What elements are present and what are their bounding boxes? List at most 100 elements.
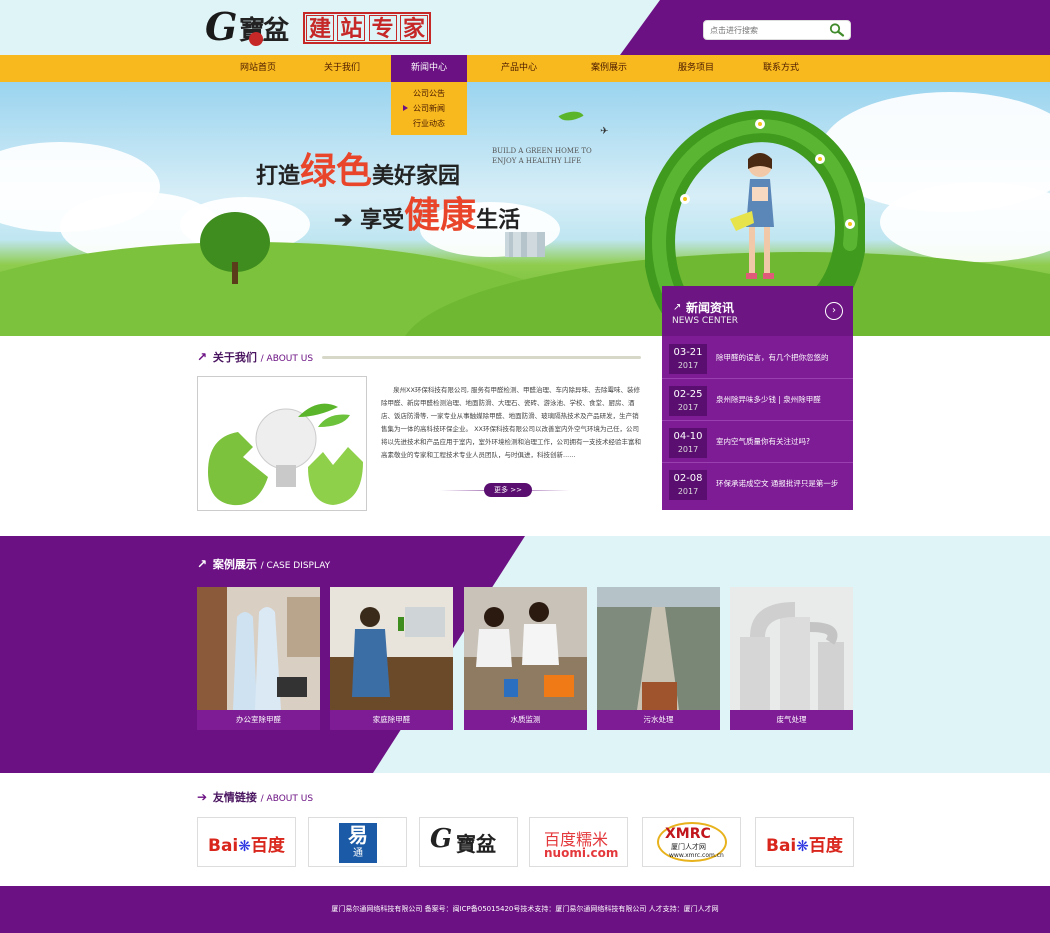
links-title-en: / ABOUT US [260,794,314,804]
news-subtitle: NEWS CENTER [672,316,739,326]
news-item-title[interactable]: 室内空气质量你有关注过吗? [716,436,810,447]
case-card[interactable]: 办公室除甲醛 [197,587,320,730]
news-center: ↗ 新闻资讯 NEWS CENTER › 03-21 2017 除甲醛的误言，有几… [662,286,853,510]
xmrc-logo-sub: 厦门人才网 [671,843,706,851]
hero-banner: 打造绿色美好家园 ➔ 享受健康生活 BUILD A GREEN HOME TO … [0,82,1050,336]
links-section-title: ➔ 友情链接 / ABOUT US [197,787,313,807]
case-card[interactable]: 污水处理 [597,587,720,730]
main-nav: 网站首页 关于我们 新闻中心 产品中心 案例展示 服务项目 联系方式 [0,55,1050,82]
banner-line1-a: 打造 [256,163,301,189]
case-card[interactable]: 水质监测 [464,587,587,730]
logo-slogan: 建 站 专 家 [303,12,431,44]
friend-link-gbaopen[interactable]: G 寶盆 [419,817,518,867]
news-item[interactable]: 03-21 2017 除甲醛的误言，有几个把你忽悠的 [662,337,853,379]
paw-icon: ❋ [238,837,251,855]
dropdown-item-industry[interactable]: 行业动态 [391,116,467,131]
news-date: 04-10 2017 [669,428,707,458]
gbaopen-logo-name: 寶盆 [456,832,496,856]
dropdown-item-label: 行业动态 [413,119,445,128]
logo-letter: G [205,4,238,49]
news-date-year: 2017 [677,445,699,454]
cases-section-title: ↗ 案例展示 / CASE DISPLAY [197,554,330,574]
news-date: 02-25 2017 [669,386,707,416]
nav-item-news[interactable]: 新闻中心 [391,55,467,82]
slogan-char: 专 [368,15,397,42]
news-date-day: 02-08 [673,473,703,484]
case-caption: 家庭除甲醛 [372,715,411,724]
nav-item-cases[interactable]: 案例展示 [583,55,635,82]
banner-headline: 打造绿色美好家园 ➔ 享受健康生活 BUILD A GREEN HOME TO … [256,134,592,254]
case-photo [330,587,453,710]
about-divider [322,356,641,359]
arrow-up-right-icon: ↗ [197,557,208,571]
paw-icon: ❋ [796,837,809,855]
news-date-year: 2017 [677,361,699,370]
friend-link-baidu[interactable]: Bai❋百度 [197,817,296,867]
home-photo [330,587,453,710]
nav-item-products[interactable]: 产品中心 [493,55,545,82]
news-item[interactable]: 04-10 2017 室内空气质量你有关注过吗? [662,421,853,463]
friend-link-nuomi[interactable]: 百度糯米 nuomi.com [529,817,628,867]
banner-line2-a: 享受 [360,207,405,233]
dropdown-item-label: 公司新闻 [413,104,445,113]
news-date: 02-08 2017 [669,470,707,500]
friend-link-xmrc[interactable]: XMRC 厦门人才网 www.xmrc.com.cn [642,817,741,867]
cases-title: 案例展示 [212,558,257,571]
case-card[interactable]: 废气处理 [730,587,853,730]
footer-text: 厦门易尔通网络科技有限公司 备案号：闽ICP备05015420号技术支持：厦门易… [331,905,719,913]
dropdown-item-notices[interactable]: 公司公告 [391,86,467,101]
news-header: ↗ 新闻资讯 NEWS CENTER › [662,286,853,336]
nav-item-about[interactable]: 关于我们 [316,55,368,82]
news-item-title[interactable]: 除甲醛的误言，有几个把你忽悠的 [716,352,829,363]
nav-item-contact[interactable]: 联系方式 [755,55,807,82]
slogan-char: 站 [337,15,366,42]
search-button[interactable] [828,22,846,38]
about-text: 泉州XX环保科技有限公司, 服务有甲醛检测、甲醛治理、车内除异味、去除霉味、装修… [381,386,641,459]
office-photo [197,587,320,710]
nav-item-services[interactable]: 服务项目 [670,55,722,82]
yitong-logo: 易 通 [339,823,377,863]
dropdown-item-label: 公司公告 [413,89,445,98]
friend-link-baidu-2[interactable]: Bai❋百度 [755,817,854,867]
chevron-right-icon[interactable]: › [825,302,843,320]
nuomi-logo-en: nuomi.com [544,846,619,860]
arrow-right-icon: ➔ [334,207,361,233]
arrow-up-right-icon: ↗ [673,302,682,313]
about-title-en: / ABOUT US [260,354,314,364]
banner-english: BUILD A GREEN HOME TO ENJOY A HEALTHY LI… [492,147,592,165]
baidu-logo-text: Bai [208,836,239,856]
logo-seal-icon [249,32,263,46]
friend-link-yitong[interactable]: 易 通 [308,817,407,867]
news-item-title[interactable]: 环保承诺成空文 通报批评只是第一步 [716,478,838,489]
arrow-right-icon [403,105,408,111]
slogan-char: 建 [306,15,334,42]
news-date-year: 2017 [677,487,699,496]
dropdown-item-company-news[interactable]: 公司新闻 [391,101,467,116]
case-photo [730,587,853,710]
case-card[interactable]: 家庭除甲醛 [330,587,453,730]
banner-line2-highlight: 健康 [404,194,477,236]
cases-section: ↗ 案例展示 / CASE DISPLAY 办公室除甲醛 家庭除甲醛 水质监测 [0,536,1050,773]
girl-figure-icon [730,153,774,279]
news-date-day: 03-21 [673,347,703,358]
search-box [703,20,851,40]
gbaopen-logo-letter: G [430,824,453,854]
logo[interactable]: G 寶盆 建 站 专 家 [205,6,435,48]
logo-name: 寶盆 [239,16,289,46]
news-date: 03-21 2017 [669,344,707,374]
news-item[interactable]: 02-08 2017 环保承诺成空文 通报批评只是第一步 [662,463,853,505]
slogan-char: 家 [399,15,428,42]
header [0,0,1050,55]
case-caption: 污水处理 [643,715,674,724]
nav-dropdown: 公司公告 公司新闻 行业动态 [391,82,467,135]
about-more: 更多 >> [440,482,570,498]
news-date-day: 02-25 [673,389,703,400]
search-input[interactable] [710,23,820,37]
more-button[interactable]: 更多 >> [484,483,532,497]
nav-item-home[interactable]: 网站首页 [232,55,284,82]
news-item-title[interactable]: 泉州除异味多少钱 | 泉州除甲醛 [716,394,821,405]
tree-trunk [232,262,238,284]
news-item[interactable]: 02-25 2017 泉州除异味多少钱 | 泉州除甲醛 [662,379,853,421]
arrow-up-right-icon: ↗ [197,350,208,364]
case-photo [197,587,320,710]
